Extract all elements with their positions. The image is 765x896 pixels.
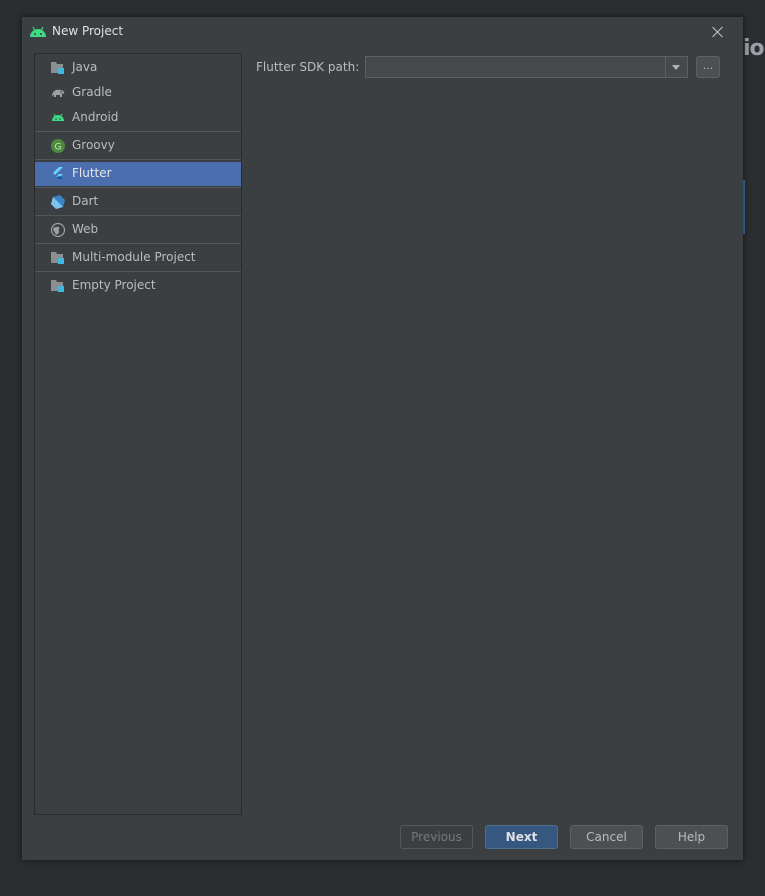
svg-text:G: G (55, 143, 62, 153)
close-button[interactable] (708, 22, 728, 42)
sidebar-item-label: Android (72, 110, 119, 124)
divider (35, 131, 241, 132)
dart-icon (51, 195, 65, 209)
sidebar-item-label: Empty Project (72, 278, 156, 292)
sidebar-item-groovy[interactable]: G Groovy (35, 134, 241, 158)
groovy-icon: G (51, 139, 65, 153)
sidebar-item-label: Groovy (72, 138, 115, 152)
cancel-button[interactable]: Cancel (570, 825, 643, 849)
project-type-list: Java Gradle Android G Groovy Flutter Dar… (34, 53, 242, 815)
dialog-title: New Project (52, 24, 124, 38)
sidebar-item-web[interactable]: Web (35, 218, 241, 242)
android-icon (52, 113, 64, 121)
sidebar-item-flutter[interactable]: Flutter (35, 162, 241, 186)
next-button[interactable]: Next (485, 825, 558, 849)
divider (35, 187, 241, 188)
sidebar-item-android[interactable]: Android (35, 106, 241, 130)
sidebar-item-java[interactable]: Java (35, 56, 241, 80)
gradle-elephant-icon (52, 89, 65, 97)
background-window-text: io (743, 36, 765, 61)
divider (35, 159, 241, 160)
sidebar-item-label: Dart (72, 194, 99, 208)
divider (35, 271, 241, 272)
background-window-accent (743, 180, 745, 234)
sidebar-item-gradle[interactable]: Gradle (35, 81, 241, 105)
folder-module-icon (51, 252, 64, 264)
sidebar-item-label: Gradle (72, 85, 112, 99)
sidebar-item-label: Java (72, 60, 98, 74)
sidebar-item-dart[interactable]: Dart (35, 190, 241, 214)
flutter-sdk-path-label: Flutter SDK path: (256, 60, 360, 74)
flutter-sdk-path-combo[interactable] (365, 56, 688, 78)
globe-icon (50, 222, 66, 238)
sidebar-item-label: Multi-module Project (72, 250, 196, 264)
title-bar: New Project (22, 17, 743, 47)
new-project-dialog: New Project Java Gradle Android G Groovy… (22, 17, 743, 860)
browse-button[interactable]: ... (696, 56, 720, 78)
sidebar-item-multi-module-project[interactable]: Multi-module Project (35, 246, 241, 270)
divider (35, 215, 241, 216)
flutter-icon (53, 167, 63, 179)
sidebar-item-label: Web (72, 222, 99, 236)
sidebar-item-empty-project[interactable]: Empty Project (35, 274, 241, 298)
android-icon (30, 26, 46, 37)
help-button[interactable]: Help (655, 825, 728, 849)
sidebar-item-label: Flutter (72, 166, 112, 180)
chevron-down-icon[interactable] (665, 57, 687, 77)
previous-button[interactable]: Previous (400, 825, 473, 849)
divider (35, 243, 241, 244)
folder-module-icon (51, 280, 64, 292)
folder-module-icon (51, 62, 64, 74)
